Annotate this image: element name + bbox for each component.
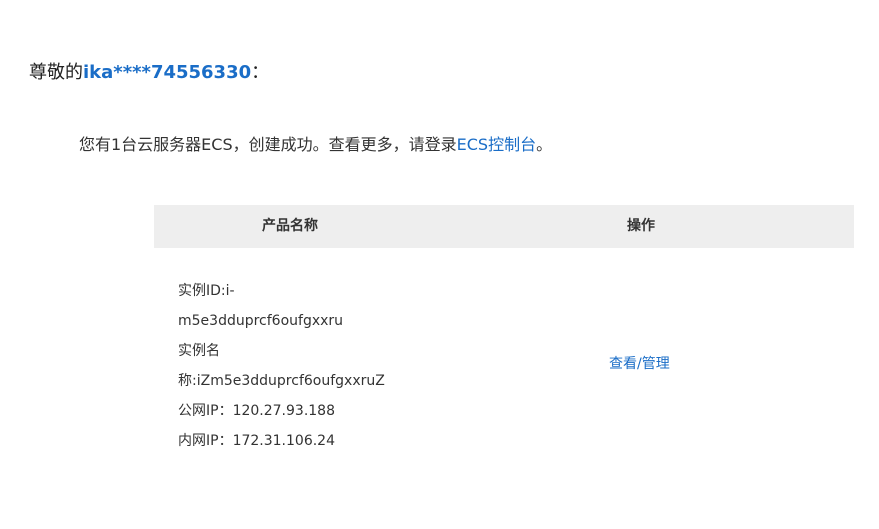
private-ip: 内网IP：172.31.106.24 bbox=[178, 433, 335, 449]
greeting: 尊敬的ika****74556330： bbox=[29, 60, 269, 86]
instance-info: 实例ID:i- m5e3dduprcf6oufgxxru 实例名 称:iZm5e… bbox=[178, 276, 385, 456]
header-product-name: 产品名称 bbox=[262, 218, 318, 234]
instance-id-line2: m5e3dduprcf6oufgxxru bbox=[178, 313, 344, 329]
username: ika****74556330 bbox=[83, 62, 252, 83]
table-header: 产品名称 操作 bbox=[154, 205, 854, 248]
header-operation: 操作 bbox=[627, 218, 655, 234]
message-text: 您有1台云服务器ECS，创建成功。查看更多，请登录 bbox=[79, 135, 457, 154]
instance-table: 产品名称 操作 实例ID:i- m5e3dduprcf6oufgxxru 实例名… bbox=[154, 205, 854, 468]
greeting-suffix: ： bbox=[251, 62, 270, 83]
creation-message: 您有1台云服务器ECS，创建成功。查看更多，请登录ECS控制台。 bbox=[79, 133, 552, 157]
greeting-prefix: 尊敬的 bbox=[29, 62, 83, 83]
public-ip: 公网IP：120.27.93.188 bbox=[178, 403, 335, 419]
instance-name-line1: 实例名 bbox=[178, 343, 220, 359]
message-period: 。 bbox=[536, 135, 553, 154]
table-row: 实例ID:i- m5e3dduprcf6oufgxxru 实例名 称:iZm5e… bbox=[154, 248, 854, 468]
ecs-console-link[interactable]: ECS控制台 bbox=[457, 135, 536, 154]
instance-id-line1: 实例ID:i- bbox=[178, 283, 235, 299]
instance-name-line2: 称:iZm5e3dduprcf6oufgxxruZ bbox=[178, 373, 385, 389]
view-manage-link[interactable]: 查看/管理 bbox=[609, 352, 670, 376]
